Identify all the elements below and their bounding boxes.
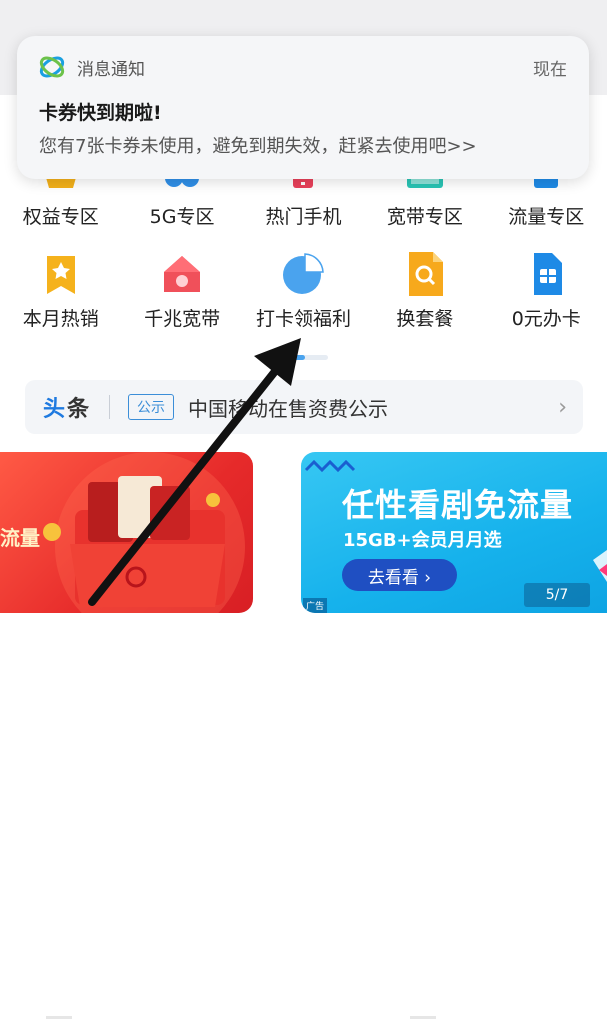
banner-left-text: 流量: [0, 526, 40, 550]
headline-tag-part2: 条: [67, 397, 92, 422]
ad-label: 广告: [303, 598, 328, 613]
page: 消息通知 现在 卡券快到期啦! 您有7张卡券未使用，避免到期失效，赶紧去使用吧>…: [0, 0, 607, 1020]
star-bookmark-icon: [46, 256, 75, 294]
banner-right-title: 任性看剧免流量: [342, 486, 574, 524]
notification-title: 卡券快到期啦!: [39, 102, 162, 124]
grid-label: 5G专区: [149, 206, 215, 228]
grid-label: 热门手机: [265, 206, 342, 228]
grid-label: 千兆宽带: [144, 308, 221, 330]
grid-label: 权益专区: [22, 206, 99, 228]
chevron-right-icon: ›: [558, 394, 567, 420]
banner-right[interactable]: 任性看剧免流量 15GB+会员月月选 去看看 › 广告 5/7: [301, 452, 607, 613]
notification-card[interactable]: 消息通知 现在 卡券快到期啦! 您有7张卡券未使用，避免到期失效，赶紧去使用吧>…: [17, 36, 589, 179]
notification-time: 现在: [533, 60, 567, 80]
grid-label: 流量专区: [508, 206, 585, 228]
headline-bar[interactable]: 头条 公示 中国移动在售资费公示 ›: [25, 380, 583, 434]
headline-tag: 头条: [43, 391, 91, 423]
grid-label: 打卡领福利: [255, 308, 351, 330]
notification-app: 消息通知: [39, 54, 145, 80]
grid-label: 0元办卡: [511, 308, 581, 330]
grid-item-change-plan[interactable]: 换套餐: [364, 252, 485, 331]
headline-text: 中国移动在售资费公示: [188, 396, 389, 421]
notification-body: 您有7张卡券未使用，避免到期失效，赶紧去使用吧>>: [39, 136, 477, 157]
grid-item-hot-sales[interactable]: 本月热销: [0, 252, 121, 331]
pie-chart-icon: [283, 253, 325, 294]
headline-badge: 公示: [128, 394, 175, 420]
sim-card-icon: [534, 253, 563, 295]
feature-grid-row-2: 本月热销 千兆宽带 打卡领福利 换套餐 0元办卡: [0, 252, 607, 331]
banner-left[interactable]: 流量: [0, 452, 253, 613]
grid-item-gigabit-broadband[interactable]: 千兆宽带: [121, 252, 242, 331]
search-document-icon: [408, 252, 443, 296]
grid-page-indicator: [283, 355, 328, 360]
grid-label: 宽带专区: [386, 206, 463, 228]
headline-divider: [109, 395, 111, 419]
grid-label: 换套餐: [396, 308, 454, 330]
notification-app-name: 消息通知: [77, 59, 145, 80]
banner-page-indicator: 5/7: [524, 583, 590, 607]
house-icon: [164, 256, 201, 292]
headline-tag-part1: 头: [43, 397, 68, 422]
banner-right-subtitle: 15GB+会员月月选: [343, 530, 502, 551]
go-see-button[interactable]: 去看看 ›: [342, 559, 457, 591]
grid-item-free-sim[interactable]: 0元办卡: [486, 252, 607, 331]
grid-label: 本月热销: [22, 308, 99, 330]
china-mobile-logo-icon: [39, 56, 65, 78]
bottom-edge: [0, 1016, 607, 1020]
grid-item-check-in-rewards[interactable]: 打卡领福利: [243, 252, 364, 331]
